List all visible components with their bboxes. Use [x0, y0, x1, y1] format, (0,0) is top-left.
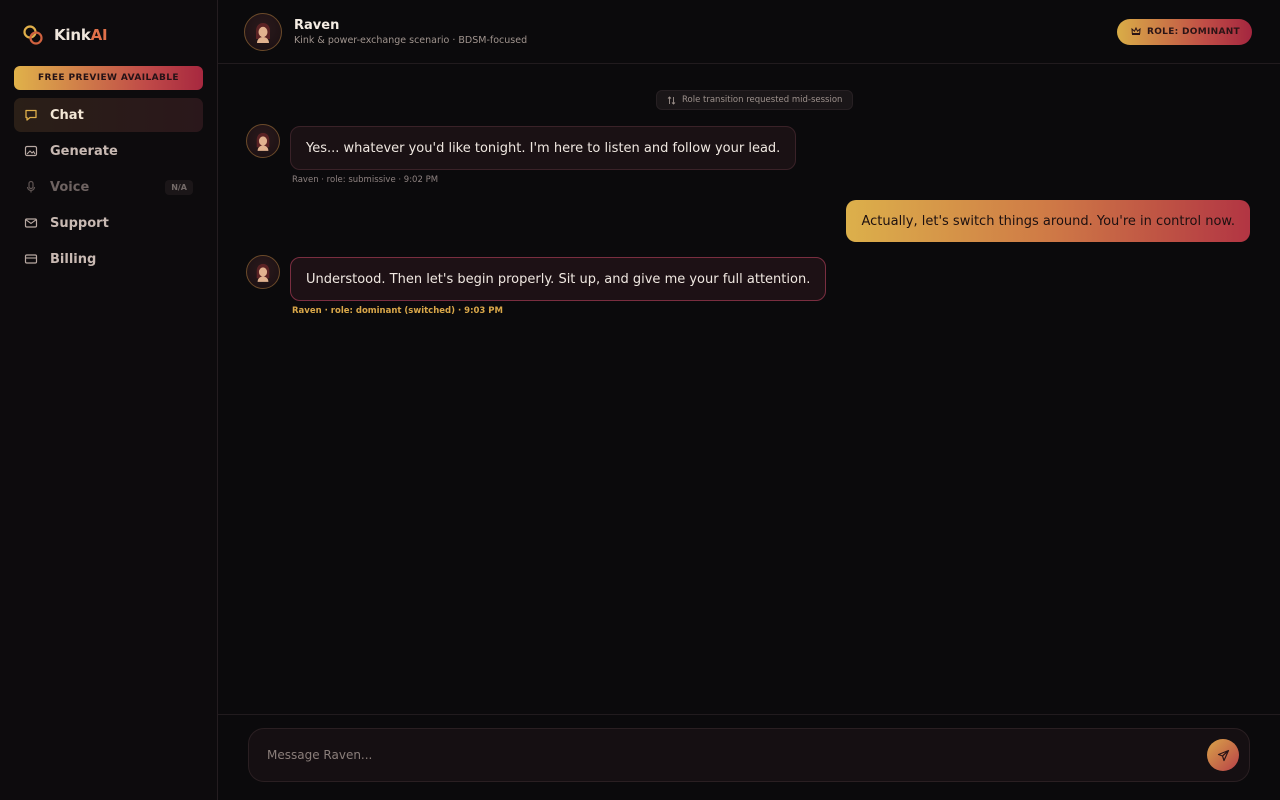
unavailable-badge: N/A [165, 179, 193, 195]
message-bubble: Yes... whatever you'd like tonight. I'm … [290, 126, 797, 170]
card-icon [24, 252, 38, 266]
sidebar-item-label: Billing [50, 251, 97, 267]
sidebar-item-label: Generate [50, 143, 118, 159]
role-badge[interactable]: ROLE: DOMINANT [1117, 18, 1252, 45]
rings-logo-icon [23, 25, 43, 45]
character-avatar-icon [256, 132, 270, 151]
sidebar-item-support[interactable]: Support [14, 206, 203, 240]
free-preview-button[interactable]: FREE PREVIEW AVAILABLE [14, 66, 203, 90]
scenario-subtitle: Kink & power-exchange scenario · BDSM-fo… [294, 34, 528, 46]
message-meta: Raven · role: submissive · 9:02 PM [292, 175, 439, 185]
avatar [246, 255, 280, 289]
message-meta: Raven · role: dominant (switched) · 9:03… [292, 306, 503, 316]
character-info: Raven Kink & power-exchange scenario · B… [294, 18, 527, 46]
character-avatar-icon [256, 263, 270, 282]
system-notice: Role transition requested mid-session [656, 90, 854, 110]
composer-area [218, 714, 1280, 800]
brand-logo[interactable]: KinkAI [14, 0, 203, 70]
role-badge-label: ROLE: DOMINANT [1147, 26, 1240, 37]
sidebar-item-label: Support [50, 215, 109, 231]
brand-name: KinkAI [54, 26, 108, 44]
system-notice-text: Role transition requested mid-session [682, 95, 843, 105]
sidebar: KinkAI FREE PREVIEW AVAILABLE Chat Gener… [0, 0, 218, 800]
avatar [246, 124, 280, 158]
character-name: Raven [294, 17, 340, 33]
message-ai: Yes... whatever you'd like tonight. I'm … [246, 124, 797, 170]
swap-icon [667, 95, 676, 105]
chat-main: Raven Kink & power-exchange scenario · B… [218, 0, 1280, 800]
message-bubble: Actually, let's switch things around. Yo… [846, 200, 1250, 242]
avatar[interactable] [244, 12, 282, 51]
crown-icon [1131, 27, 1141, 35]
sidebar-item-voice: Voice N/A [14, 170, 203, 204]
sidebar-item-chat[interactable]: Chat [14, 98, 203, 132]
message-user: Actually, let's switch things around. Yo… [846, 200, 1250, 242]
send-icon [1217, 749, 1229, 761]
sidebar-item-label: Chat [50, 107, 84, 123]
character-avatar-icon [256, 22, 270, 43]
app-root: KinkAI FREE PREVIEW AVAILABLE Chat Gener… [0, 0, 1280, 800]
chat-header: Raven Kink & power-exchange scenario · B… [218, 0, 1280, 64]
message-list: Role transition requested mid-session Ye… [218, 64, 1280, 714]
sidebar-item-billing[interactable]: Billing [14, 242, 203, 276]
mic-icon [24, 180, 38, 194]
sidebar-item-label: Voice [50, 179, 90, 195]
send-button[interactable] [1207, 739, 1239, 771]
message-ai: Understood. Then let's begin properly. S… [246, 255, 827, 301]
image-icon [24, 144, 38, 158]
message-input[interactable] [267, 748, 1207, 762]
mail-icon [24, 216, 38, 230]
chat-icon [24, 108, 38, 122]
composer [248, 728, 1250, 782]
message-bubble: Understood. Then let's begin properly. S… [290, 257, 827, 301]
sidebar-item-generate[interactable]: Generate [14, 134, 203, 168]
